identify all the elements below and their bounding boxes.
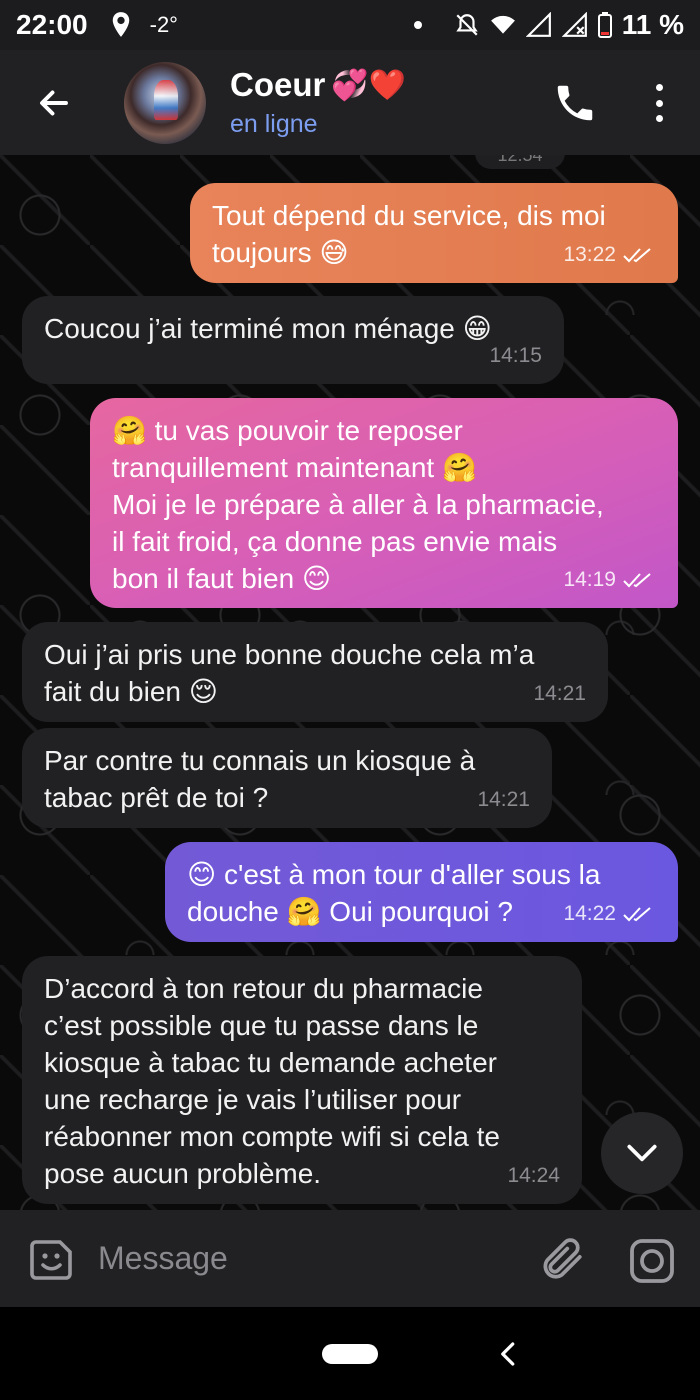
- message-bubble-incoming[interactable]: Oui j’ai pris une bonne douche cela m’a …: [22, 622, 608, 722]
- message-time: 14:15: [489, 344, 542, 367]
- message-time: 14:22: [563, 902, 616, 925]
- battery-percent: 11 %: [621, 9, 684, 40]
- nav-back-icon[interactable]: [494, 1339, 524, 1369]
- message-bubble-outgoing[interactable]: 😊 c'est à mon tour d'aller sous la douch…: [165, 842, 678, 942]
- status-bar: 22:00 -2° 11 %: [0, 0, 700, 50]
- system-nav-bar: [0, 1307, 700, 1400]
- previous-message-time: 12:54: [475, 155, 565, 169]
- message-bubble-incoming[interactable]: D’accord à ton retour du pharmacie c’est…: [22, 956, 582, 1204]
- phone-icon: [557, 85, 593, 121]
- message-time: 14:19: [563, 568, 616, 591]
- message-time: 13:22: [563, 243, 616, 266]
- call-button[interactable]: [552, 80, 598, 126]
- home-pill-button[interactable]: [322, 1344, 378, 1364]
- message-time: 14:24: [507, 1164, 560, 1187]
- message-composer: [0, 1210, 700, 1307]
- contact-name-emoji: 💞❤️: [331, 68, 407, 102]
- chat-header: Coeur 💞❤️ en ligne: [0, 50, 700, 155]
- battery-icon: [597, 12, 612, 38]
- contact-avatar[interactable]: [124, 61, 206, 144]
- double-check-icon: [623, 572, 651, 587]
- double-check-icon: [623, 247, 651, 262]
- message-text: Oui j’ai pris une bonne douche cela m’a …: [44, 639, 535, 707]
- chevron-down-icon: [627, 1144, 657, 1162]
- paperclip-icon[interactable]: [536, 1234, 586, 1284]
- message-bubble-outgoing[interactable]: Tout dépend du service, dis moi toujours…: [190, 183, 678, 283]
- mute-bell-icon: [456, 14, 478, 36]
- message-text: D’accord à ton retour du pharmacie c’est…: [44, 973, 500, 1189]
- status-temperature: -2°: [149, 12, 178, 37]
- signal-off-icon: [561, 12, 587, 37]
- signal-icon: [525, 12, 551, 37]
- message-time: 14:21: [477, 788, 530, 811]
- status-time: 22:00: [16, 9, 88, 40]
- message-time: 14:21: [533, 682, 586, 705]
- message-bubble-incoming[interactable]: Coucou j’ai terminé mon ménage 😁 14:15: [22, 296, 564, 384]
- message-text: Coucou j’ai terminé mon ménage 😁: [44, 313, 492, 344]
- message-bubble-outgoing[interactable]: 🤗 tu vas pouvoir te reposer tranquilleme…: [90, 398, 678, 608]
- scroll-to-bottom-button[interactable]: [601, 1112, 683, 1194]
- back-button[interactable]: [22, 71, 86, 135]
- notification-dot-icon: [413, 21, 422, 29]
- message-text: Par contre tu connais un kiosque à tabac…: [44, 745, 476, 813]
- message-input[interactable]: [98, 1232, 518, 1284]
- double-check-icon: [623, 906, 651, 921]
- contact-info[interactable]: Coeur 💞❤️ en ligne: [230, 66, 406, 139]
- location-icon: [112, 12, 129, 37]
- chat-area[interactable]: 12:54 Tout dépend du service, dis moi to…: [0, 155, 700, 1210]
- contact-name: Coeur: [230, 66, 326, 103]
- contact-status: en ligne: [230, 110, 318, 138]
- emoji-icon[interactable]: [28, 1236, 76, 1284]
- wifi-icon: [490, 15, 515, 34]
- arrow-left-icon: [40, 90, 68, 115]
- more-options-button[interactable]: [648, 78, 670, 128]
- message-bubble-incoming[interactable]: Par contre tu connais un kiosque à tabac…: [22, 728, 552, 828]
- camera-icon[interactable]: [628, 1237, 676, 1285]
